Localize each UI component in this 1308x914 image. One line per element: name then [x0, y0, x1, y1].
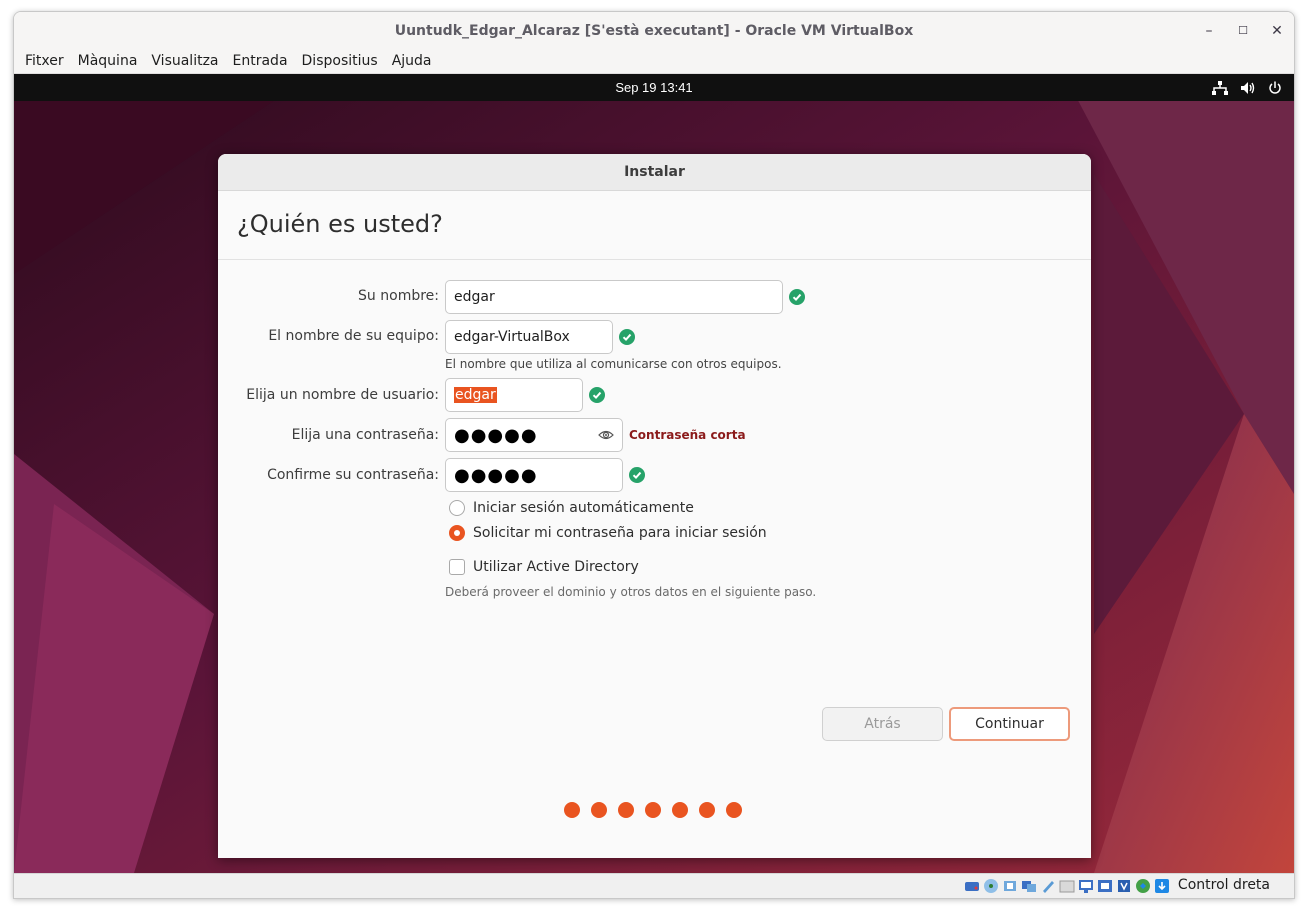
network-adapter-icon[interactable] — [1021, 878, 1037, 894]
computer-field[interactable]: edgar-VirtualBox — [445, 320, 613, 354]
username-value: edgar — [454, 387, 497, 403]
continue-button[interactable]: Continuar — [949, 707, 1070, 741]
menubar: Fitxer Màquina Visualitza Entrada Dispos… — [14, 49, 1294, 74]
require-password-option[interactable]: Solicitar mi contraseña para iniciar ses… — [449, 525, 767, 541]
password-error: Contraseña corta — [629, 428, 746, 442]
maximize-icon: ☐ — [1238, 24, 1248, 37]
username-valid-icon — [589, 387, 605, 403]
system-tray[interactable] — [1212, 74, 1282, 101]
window-title: Uuntudk_Edgar_Alcaraz [S'està executant]… — [394, 22, 914, 39]
minimize-icon: – — [1205, 22, 1213, 39]
show-password-eye-icon[interactable] — [598, 428, 614, 446]
back-button[interactable]: Atrás — [822, 707, 943, 741]
hard-disk-icon[interactable] — [964, 878, 980, 894]
volume-icon — [1240, 81, 1256, 95]
confirm-field[interactable]: ●●●●● — [445, 458, 623, 492]
page-title: ¿Quién es usted? — [237, 210, 443, 238]
window-titlebar[interactable]: Uuntudk_Edgar_Alcaraz [S'està executant]… — [14, 12, 1294, 49]
progress-dot — [726, 802, 742, 818]
maximize-button[interactable]: ☐ — [1226, 12, 1260, 49]
progress-dot — [564, 802, 580, 818]
name-field[interactable]: edgar — [445, 280, 783, 314]
network-icon — [1212, 80, 1228, 95]
device-status-icons — [964, 878, 1170, 894]
shared-folders-icon[interactable] — [1059, 878, 1075, 894]
statusbar: Control dreta — [14, 873, 1294, 898]
installer-dialog: Instalar ¿Quién es usted? Su nombre: edg… — [218, 154, 1091, 858]
menu-entrada[interactable]: Entrada — [226, 53, 295, 69]
auto-login-label: Iniciar sesión automáticamente — [473, 500, 694, 516]
confirm-label: Confirme su contraseña: — [267, 467, 439, 483]
active-directory-note: Deberá proveer el dominio y otros datos … — [445, 585, 817, 599]
require-password-label: Solicitar mi contraseña para iniciar ses… — [473, 525, 767, 541]
computer-valid-icon — [619, 329, 635, 345]
guest-clock[interactable]: Sep 19 13:41 — [14, 74, 1294, 101]
name-valid-icon — [789, 289, 805, 305]
installer-title: Instalar — [624, 164, 685, 180]
keyboard-capture-icon[interactable] — [1154, 878, 1170, 894]
cpu-icon[interactable] — [1116, 878, 1132, 894]
divider — [218, 259, 1091, 260]
audio-icon[interactable] — [1002, 878, 1018, 894]
window-controls: – ☐ ✕ — [1192, 12, 1294, 49]
progress-dots — [564, 802, 742, 818]
minimize-button[interactable]: – — [1192, 12, 1226, 49]
computer-value: edgar-VirtualBox — [454, 329, 570, 345]
active-directory-label: Utilizar Active Directory — [473, 559, 639, 575]
name-label: Su nombre: — [358, 288, 439, 304]
menu-dispositius[interactable]: Dispositius — [295, 53, 385, 69]
menu-ajuda[interactable]: Ajuda — [385, 53, 439, 69]
recording-icon[interactable] — [1097, 878, 1113, 894]
power-icon — [1268, 81, 1282, 95]
username-label: Elija un nombre de usuario: — [246, 387, 439, 403]
close-button[interactable]: ✕ — [1260, 12, 1294, 49]
usb-icon[interactable] — [1040, 878, 1056, 894]
guest-screen[interactable]: Sep 19 13:41 Instalar ¿Quién es usted? S… — [14, 74, 1294, 873]
auto-login-option[interactable]: Iniciar sesión automáticamente — [449, 500, 694, 516]
require-password-radio[interactable] — [449, 525, 465, 541]
progress-dot — [591, 802, 607, 818]
menu-fitxer[interactable]: Fitxer — [18, 53, 71, 69]
password-label: Elija una contraseña: — [291, 427, 439, 443]
name-value: edgar — [454, 289, 495, 305]
password-value: ●●●●● — [454, 424, 538, 446]
computer-hint: El nombre que utiliza al comunicarse con… — [445, 357, 782, 371]
auto-login-radio[interactable] — [449, 500, 465, 516]
active-directory-checkbox[interactable] — [449, 559, 465, 575]
close-icon: ✕ — [1271, 22, 1283, 39]
display-icon[interactable] — [1078, 878, 1094, 894]
active-directory-option[interactable]: Utilizar Active Directory — [449, 559, 639, 575]
progress-dot — [618, 802, 634, 818]
virtualbox-window: Uuntudk_Edgar_Alcaraz [S'està executant]… — [13, 11, 1295, 899]
mouse-integration-icon[interactable] — [1135, 878, 1151, 894]
password-field[interactable]: ●●●●● — [445, 418, 623, 452]
progress-dot — [645, 802, 661, 818]
optical-drive-icon[interactable] — [983, 878, 999, 894]
host-key-label[interactable]: Control dreta — [1178, 877, 1270, 893]
progress-dot — [699, 802, 715, 818]
confirm-value: ●●●●● — [454, 464, 538, 486]
guest-topbar: Sep 19 13:41 — [14, 74, 1294, 101]
progress-dot — [672, 802, 688, 818]
menu-visualitza[interactable]: Visualitza — [144, 53, 225, 69]
installer-header[interactable]: Instalar — [218, 154, 1091, 191]
username-field[interactable]: edgar — [445, 378, 583, 412]
confirm-valid-icon — [629, 467, 645, 483]
menu-maquina[interactable]: Màquina — [71, 53, 145, 69]
computer-label: El nombre de su equipo: — [268, 328, 439, 344]
